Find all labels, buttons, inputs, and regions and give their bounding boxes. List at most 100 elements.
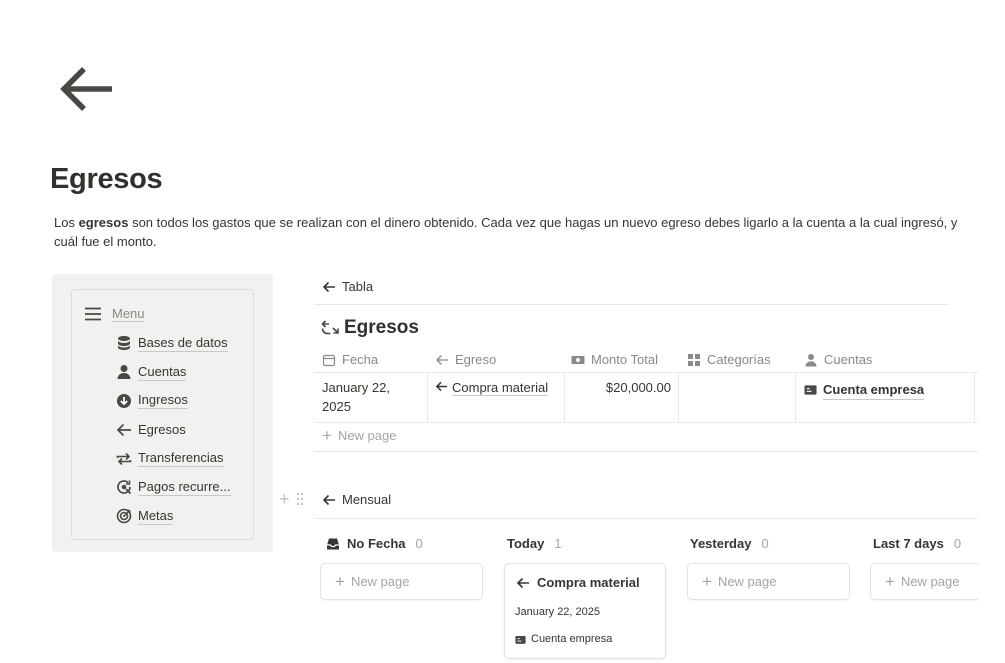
menu-item-ingresos[interactable]: Ingresos — [116, 387, 231, 416]
menu-item-label: Egresos — [138, 421, 186, 437]
menu-header[interactable]: Menu — [85, 306, 145, 321]
inbox-icon — [327, 538, 339, 549]
new-page-label: New page — [337, 428, 397, 443]
group-count: 0 — [953, 536, 962, 551]
column-header-monto-total[interactable]: Monto Total — [571, 347, 658, 372]
arrow-down-circle-icon — [117, 393, 131, 408]
board-new-page-button[interactable]: + New page — [870, 563, 978, 600]
group-name: Yesterday — [690, 536, 752, 551]
arrow-left-icon — [116, 423, 131, 436]
menu-item-egresos[interactable]: Egresos — [116, 415, 231, 444]
page-description: Los egresos son todos los gastos que se … — [54, 213, 974, 251]
table-header: Fecha Egreso Monto Total Categorías Cuen… — [314, 347, 978, 372]
menu-item-label: Ingresos — [138, 392, 188, 410]
cell-divider — [974, 373, 975, 422]
divider — [314, 304, 949, 305]
column-label: Fecha — [342, 352, 379, 367]
column-header-egreso[interactable]: Egreso — [435, 347, 496, 372]
menu-item-label: Metas — [138, 507, 174, 525]
cell-monto[interactable]: $20,000.00 — [572, 373, 671, 422]
arrow-left-icon — [435, 381, 448, 392]
group-count: 1 — [554, 536, 562, 551]
cuenta-link[interactable]: Cuenta empresa — [823, 380, 925, 400]
new-page-label: New page — [717, 574, 777, 589]
column-header-categorias[interactable]: Categorías — [687, 347, 771, 372]
menu-list: Bases de datos Cuentas Ingresos Egresos … — [116, 329, 231, 531]
column-header-fecha[interactable]: Fecha — [322, 347, 378, 372]
database-title[interactable]: Egresos — [320, 317, 419, 339]
new-page-label: New page — [900, 574, 960, 589]
grid-icon — [688, 353, 700, 366]
tab-mensual[interactable]: Mensual — [322, 492, 391, 507]
target-icon — [116, 508, 132, 524]
database-icon — [118, 336, 130, 351]
board-card[interactable]: Compra material January 22, 2025 Cuenta … — [504, 563, 666, 659]
tab-tabla[interactable]: Tabla — [322, 279, 373, 294]
column-label: Monto Total — [591, 352, 658, 367]
plus-icon: + — [702, 571, 712, 591]
menu-item-metas[interactable]: Metas — [116, 502, 231, 531]
column-label: Cuentas — [824, 352, 873, 367]
linked-arrow-icon — [321, 320, 339, 335]
drag-handle-icon[interactable] — [296, 492, 304, 506]
board-group-yesterday[interactable]: Yesterday 0 — [690, 536, 769, 551]
group-name: Today — [507, 536, 545, 551]
new-page-label: New page — [350, 574, 410, 589]
menu-item-bases-de-datos[interactable]: Bases de datos — [116, 329, 231, 358]
group-count: 0 — [415, 536, 423, 551]
cell-fecha[interactable]: January 22, 2025 — [322, 373, 422, 422]
board-group-no-fecha[interactable]: No Fecha 0 — [326, 536, 423, 551]
board-group-today[interactable]: Today 1 — [507, 536, 562, 551]
menu-item-transferencias[interactable]: Transferencias — [116, 444, 231, 473]
calendar-icon — [322, 354, 336, 366]
menu-title: Menu — [112, 306, 145, 321]
group-name: Last 7 days — [873, 536, 944, 551]
board-new-page-button[interactable]: + New page — [320, 563, 483, 600]
tab-label: Mensual — [342, 492, 392, 507]
card-icon — [804, 385, 817, 395]
cell-cuentas[interactable]: Cuenta empresa — [804, 373, 974, 422]
block-handle[interactable]: + — [279, 490, 304, 508]
cell-divider — [564, 373, 565, 422]
cell-divider — [795, 373, 796, 422]
page-title: Egresos — [50, 163, 163, 195]
arrow-left-icon — [436, 354, 448, 365]
person-icon — [805, 353, 817, 366]
description-prefix: Los — [54, 215, 79, 230]
money-icon — [571, 355, 585, 364]
menu-item-label: Transferencias — [138, 450, 224, 468]
recurring-icon — [117, 480, 132, 495]
table-new-page-button[interactable]: + New page — [322, 425, 397, 445]
divider — [314, 451, 978, 452]
tab-label: Tabla — [342, 279, 374, 294]
plus-icon: + — [885, 571, 895, 591]
plus-icon: + — [322, 425, 332, 445]
menu-item-label: Pagos recurre... — [138, 478, 231, 496]
board-group-last-7-days[interactable]: Last 7 days 0 — [873, 536, 961, 551]
menu-callout: Menu Bases de datos Cuentas Ingresos Egr… — [52, 274, 273, 552]
plus-icon[interactable]: + — [279, 490, 290, 508]
column-label: Egreso — [455, 352, 497, 367]
board-new-page-button[interactable]: + New page — [687, 563, 850, 600]
card-account: Cuenta empresa — [515, 633, 612, 645]
cell-egreso[interactable]: Compra material — [435, 373, 555, 422]
column-header-cuentas[interactable]: Cuentas — [804, 347, 872, 372]
divider — [314, 518, 978, 519]
menu-item-cuentas[interactable]: Cuentas — [116, 358, 231, 387]
egreso-link[interactable]: Compra material — [452, 380, 549, 396]
hamburger-icon — [85, 307, 101, 320]
group-count: 0 — [761, 536, 769, 551]
menu-box: Menu Bases de datos Cuentas Ingresos Egr… — [71, 289, 254, 540]
repeat-icon — [116, 452, 132, 465]
column-label: Categorías — [707, 352, 771, 367]
menu-item-pagos-recurrentes[interactable]: Pagos recurre... — [116, 473, 231, 502]
database-title-text: Egresos — [344, 317, 419, 338]
table-row[interactable]: January 22, 2025 Compra material $20,000… — [314, 372, 978, 423]
arrow-left-icon — [60, 67, 112, 111]
card-title: Compra material — [516, 575, 640, 590]
cell-categorias[interactable] — [686, 373, 786, 422]
card-icon — [515, 635, 526, 644]
group-name: No Fecha — [347, 536, 406, 551]
menu-item-label: Cuentas — [138, 363, 187, 381]
description-bold: egresos — [78, 215, 129, 230]
